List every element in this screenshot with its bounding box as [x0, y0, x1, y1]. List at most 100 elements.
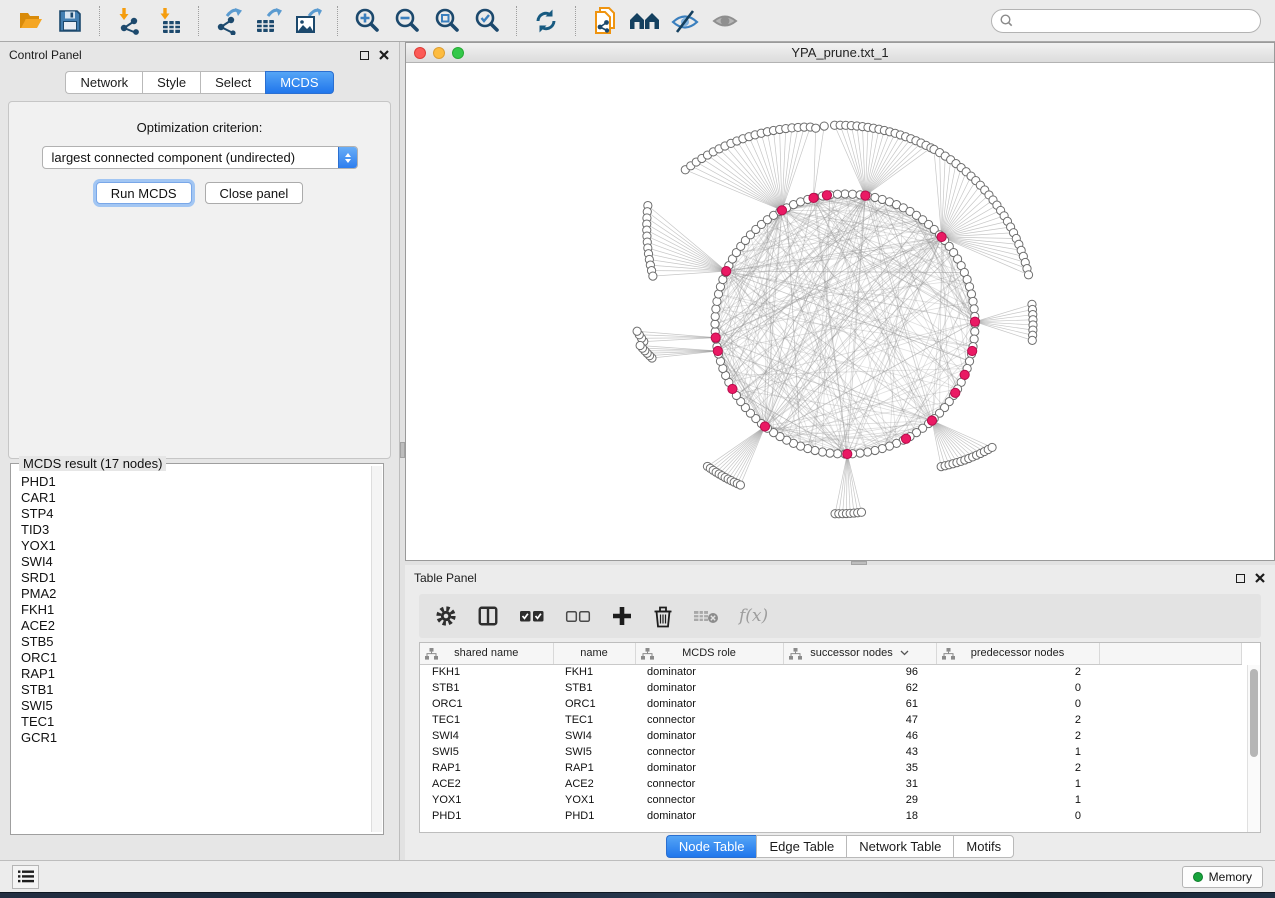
table-cell[interactable]: 31	[783, 776, 936, 792]
table-row[interactable]: YOX1YOX1connector291	[420, 792, 1242, 808]
table-cell[interactable]: 35	[783, 760, 936, 776]
table-cell[interactable]: PHD1	[553, 808, 635, 824]
mcds-result-item[interactable]: SWI4	[13, 554, 371, 570]
splitter-handle[interactable]	[851, 561, 867, 565]
select-all-columns-icon[interactable]	[519, 608, 545, 624]
table-row[interactable]: STB1STB1dominator620	[420, 680, 1242, 696]
export-image-icon[interactable]	[292, 5, 324, 37]
mcds-result-item[interactable]: PMA2	[13, 586, 371, 602]
mcds-result-item[interactable]: RAP1	[13, 666, 371, 682]
table-cell[interactable]: TEC1	[553, 712, 635, 728]
table-cell[interactable]: 2	[936, 664, 1099, 680]
table-cell[interactable]: connector	[635, 744, 783, 760]
tab-style[interactable]: Style	[142, 71, 200, 94]
table-cell[interactable]: YOX1	[420, 792, 553, 808]
table-cell[interactable]: SWI5	[420, 744, 553, 760]
column-view-icon[interactable]	[477, 605, 499, 627]
mcds-result-item[interactable]: ACE2	[13, 618, 371, 634]
mcds-result-item[interactable]: STP4	[13, 506, 371, 522]
table-cell[interactable]: 29	[783, 792, 936, 808]
node-table[interactable]: shared namenameMCDS rolesuccessor nodesp…	[419, 642, 1261, 833]
delete-columns-icon[interactable]	[653, 605, 673, 628]
table-cell[interactable]: FKH1	[420, 664, 553, 680]
table-cell[interactable]: STB1	[553, 680, 635, 696]
table-row[interactable]: TEC1TEC1connector472	[420, 712, 1242, 728]
run-mcds-button[interactable]: Run MCDS	[96, 182, 192, 204]
mcds-result-scrollbar[interactable]	[371, 466, 382, 832]
table-cell[interactable]: SWI5	[553, 744, 635, 760]
delete-table-icon[interactable]	[693, 607, 719, 625]
table-cell[interactable]: 1	[936, 744, 1099, 760]
show-all-eye-icon[interactable]	[709, 5, 741, 37]
column-header-successor-nodes[interactable]: successor nodes	[783, 643, 936, 664]
table-cell[interactable]: SWI4	[420, 728, 553, 744]
table-cell[interactable]: ORC1	[420, 696, 553, 712]
export-network-icon[interactable]	[212, 5, 244, 37]
table-scrollbar-thumb[interactable]	[1250, 669, 1258, 757]
table-cell[interactable]: 2	[936, 728, 1099, 744]
table-cell[interactable]: connector	[635, 776, 783, 792]
table-cell[interactable]: dominator	[635, 728, 783, 744]
splitter-handle[interactable]	[400, 442, 405, 458]
table-scrollbar[interactable]	[1247, 665, 1260, 832]
table-cell[interactable]: 0	[936, 696, 1099, 712]
refresh-icon[interactable]	[530, 5, 562, 37]
table-cell[interactable]: YOX1	[553, 792, 635, 808]
table-cell[interactable]: 18	[783, 808, 936, 824]
column-header-name[interactable]: name	[553, 643, 635, 664]
table-cell[interactable]: 62	[783, 680, 936, 696]
save-session-icon[interactable]	[54, 5, 86, 37]
table-cell[interactable]: dominator	[635, 664, 783, 680]
table-cell[interactable]: dominator	[635, 760, 783, 776]
table-row[interactable]: ORC1ORC1dominator610	[420, 696, 1242, 712]
table-cell[interactable]: 61	[783, 696, 936, 712]
table-cell[interactable]: TEC1	[420, 712, 553, 728]
mcds-result-item[interactable]: ORC1	[13, 650, 371, 666]
mcds-result-item[interactable]: STB5	[13, 634, 371, 650]
column-header-predecessor-nodes[interactable]: predecessor nodes	[936, 643, 1099, 664]
table-cell[interactable]: FKH1	[553, 664, 635, 680]
column-header-MCDS-role[interactable]: MCDS role	[635, 643, 783, 664]
table-cell[interactable]: 1	[936, 776, 1099, 792]
function-builder-icon[interactable]: f(x)	[739, 606, 768, 626]
mcds-result-item[interactable]: GCR1	[13, 730, 371, 746]
column-header-shared-name[interactable]: shared name	[420, 643, 553, 664]
dropdown-stepper-icon[interactable]	[338, 146, 357, 169]
network-canvas[interactable]	[406, 63, 1274, 560]
table-cell[interactable]: 0	[936, 680, 1099, 696]
table-cell[interactable]: SWI4	[553, 728, 635, 744]
close-panel-icon[interactable]	[379, 50, 389, 60]
table-row[interactable]: SWI5SWI5connector431	[420, 744, 1242, 760]
network-graph[interactable]	[406, 63, 1273, 560]
search-box[interactable]	[991, 9, 1261, 33]
mcds-result-item[interactable]: SRD1	[13, 570, 371, 586]
table-cell[interactable]: 2	[936, 712, 1099, 728]
table-cell[interactable]: dominator	[635, 808, 783, 824]
table-row[interactable]: FKH1FKH1dominator962	[420, 664, 1242, 680]
table-cell[interactable]: RAP1	[553, 760, 635, 776]
mcds-result-item[interactable]: TEC1	[13, 714, 371, 730]
zoom-out-icon[interactable]	[391, 5, 423, 37]
node-table-header[interactable]: shared namenameMCDS rolesuccessor nodesp…	[420, 643, 1242, 664]
import-table-icon[interactable]	[153, 5, 185, 37]
mcds-result-item[interactable]: PHD1	[13, 474, 371, 490]
table-row[interactable]: PHD1PHD1dominator180	[420, 808, 1242, 824]
zoom-selected-icon[interactable]	[471, 5, 503, 37]
mcds-result-item[interactable]: SWI5	[13, 698, 371, 714]
table-cell[interactable]: 2	[936, 760, 1099, 776]
mcds-result-item[interactable]: FKH1	[13, 602, 371, 618]
float-panel-icon[interactable]	[360, 51, 369, 60]
mcds-result-list[interactable]: PHD1CAR1STP4TID3YOX1SWI4SRD1PMA2FKH1ACE2…	[13, 474, 371, 832]
first-neighbors-icon[interactable]	[629, 5, 661, 37]
table-cell[interactable]: connector	[635, 792, 783, 808]
table-tab-node-table[interactable]: Node Table	[666, 835, 757, 858]
table-cell[interactable]: 43	[783, 744, 936, 760]
open-session-icon[interactable]	[14, 5, 46, 37]
mcds-result-item[interactable]: CAR1	[13, 490, 371, 506]
table-tab-motifs[interactable]: Motifs	[953, 835, 1014, 858]
tab-network[interactable]: Network	[65, 71, 142, 94]
zoom-fit-icon[interactable]	[431, 5, 463, 37]
table-cell[interactable]: ORC1	[553, 696, 635, 712]
table-settings-icon[interactable]	[435, 605, 457, 627]
table-cell[interactable]: dominator	[635, 696, 783, 712]
